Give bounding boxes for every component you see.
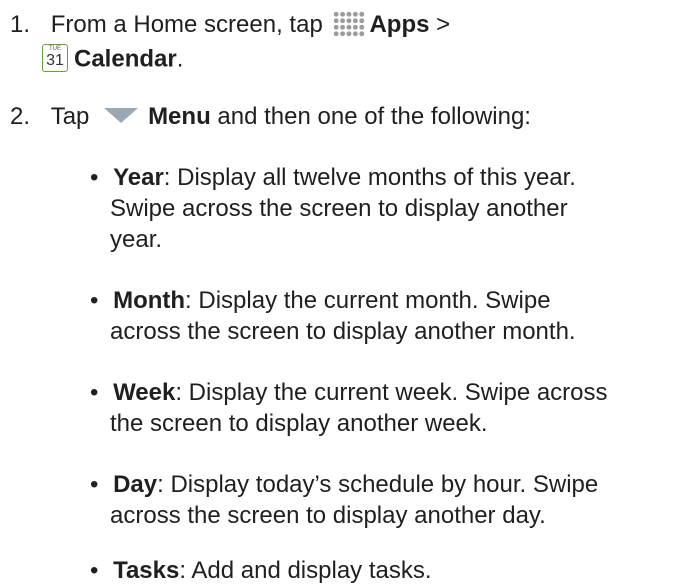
- bullet-glyph: •: [90, 287, 99, 314]
- step1-arrow: >: [436, 11, 451, 38]
- step2-line: 2. Tap Menu and then one of the followin…: [10, 102, 531, 132]
- bullet-week-term: Week: [113, 379, 176, 406]
- bullet-year-line1: • Year: Display all twelve months of thi…: [90, 163, 576, 193]
- bullet-tasks-text1: : Add and display tasks.: [179, 557, 432, 584]
- bullet-day-text1: : Display today’s schedule by hour. Swip…: [157, 471, 599, 498]
- bullet-year-line2: Swipe across the screen to display anoth…: [110, 195, 568, 222]
- bullet-glyph: •: [90, 557, 99, 584]
- bullet-year-text1: : Display all twelve months of this year…: [163, 164, 576, 191]
- step2-text-a: Tap: [50, 103, 90, 130]
- calendar-label: Calendar: [74, 45, 177, 73]
- bullet-glyph: •: [90, 379, 99, 406]
- bullet-week-line2: the screen to display another week.: [110, 410, 488, 437]
- bullet-day-term: Day: [113, 471, 158, 498]
- bullet-glyph: •: [90, 471, 99, 498]
- menu-triangle-icon: [104, 108, 139, 124]
- instructions-document: 1. From a Home screen, tap Apps > TUE 31…: [0, 0, 675, 587]
- step1-line2: TUE 31 Calendar.: [42, 44, 183, 76]
- bullet-month-line2: across the screen to display another mon…: [110, 318, 576, 345]
- bullet-day-line2: across the screen to display another day…: [110, 502, 546, 529]
- step1-number: 1.: [10, 11, 31, 38]
- bullet-day-line1: • Day: Display today’s schedule by hour.…: [90, 470, 598, 500]
- step2-number: 2.: [10, 103, 31, 130]
- apps-grid-icon: [333, 10, 366, 37]
- step1-end: .: [176, 45, 184, 73]
- bullet-month-term: Month: [113, 287, 186, 314]
- bullet-tasks-line1: • Tasks: Add and display tasks.: [90, 556, 432, 586]
- apps-label: Apps: [369, 11, 430, 38]
- bullet-month-line1: • Month: Display the current month. Swip…: [90, 286, 551, 316]
- bullet-tasks-term: Tasks: [113, 557, 180, 584]
- step1-line1: 1. From a Home screen, tap Apps >: [10, 10, 450, 41]
- menu-label: Menu: [148, 103, 211, 130]
- bullet-month-text1: : Display the current month. Swipe: [185, 287, 551, 314]
- step2-text-b: and then one of the following:: [217, 103, 531, 130]
- bullet-year-term: Year: [113, 164, 164, 191]
- bullet-week-text1: : Display the current week. Swipe across: [175, 379, 608, 406]
- calendar-icon: TUE 31: [42, 44, 68, 72]
- bullet-glyph: •: [90, 164, 99, 191]
- calendar-icon-day: 31: [46, 52, 64, 69]
- bullet-week-line1: • Week: Display the current week. Swipe …: [90, 378, 608, 408]
- step1-text: From a Home screen, tap: [50, 11, 323, 38]
- bullet-year-line3: year.: [110, 226, 163, 253]
